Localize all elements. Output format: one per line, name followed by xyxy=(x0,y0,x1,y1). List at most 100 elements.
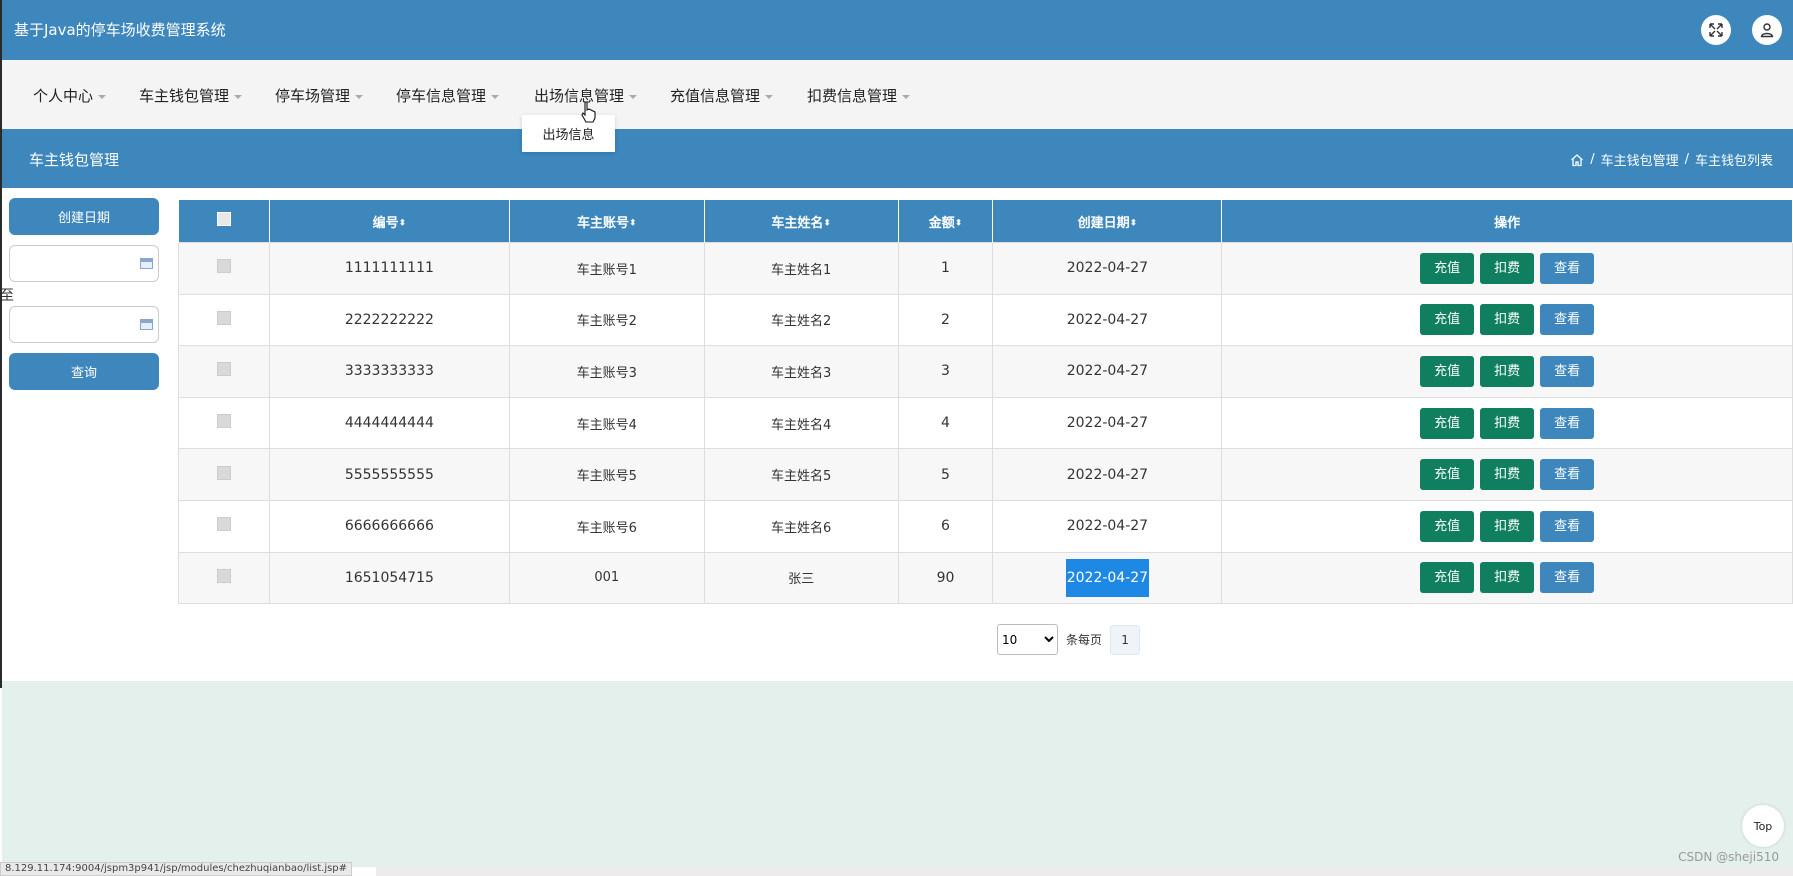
cell-date: 2022-04-27 xyxy=(992,396,1223,450)
back-to-top-button[interactable]: Top xyxy=(1742,805,1784,847)
column-header-id[interactable]: 编号⬍ xyxy=(268,199,510,243)
cell-actions: 充值 扣费 查看 xyxy=(1221,293,1793,347)
breadcrumb-separator: / xyxy=(1684,152,1689,167)
calendar-icon[interactable] xyxy=(140,258,153,269)
recharge-button[interactable]: 充值 xyxy=(1420,459,1475,491)
nav-wallet-management[interactable]: 车主钱包管理 xyxy=(139,85,243,106)
deduct-button[interactable]: 扣费 xyxy=(1480,459,1535,491)
caret-down-icon xyxy=(629,94,638,99)
caret-down-icon xyxy=(98,94,107,99)
recharge-button[interactable]: 充值 xyxy=(1420,562,1475,594)
date-text: 2022-04-27 xyxy=(1066,466,1149,483)
select-all-checkbox[interactable] xyxy=(216,212,231,226)
home-icon[interactable] xyxy=(1570,153,1584,167)
top-header: 基于Java的停车场收费管理系统 xyxy=(0,0,1793,60)
name-text: 车主姓名6 xyxy=(770,520,832,536)
column-header-date[interactable]: 创建日期⬍ xyxy=(992,199,1223,243)
footer-area xyxy=(2,681,1793,867)
section-header: 车主钱包管理 / 车主钱包管理 / 车主钱包列表 xyxy=(0,129,1793,188)
view-button[interactable]: 查看 xyxy=(1540,407,1595,439)
sort-icon[interactable]: ⬍ xyxy=(1130,218,1138,228)
deduct-button[interactable]: 扣费 xyxy=(1480,355,1535,387)
nav-deduction-info-management[interactable]: 扣费信息管理 xyxy=(807,85,911,106)
cell-amount: 5 xyxy=(897,448,994,501)
cell-account: 车主账号2 xyxy=(508,293,705,347)
create-date-button[interactable]: 创建日期 xyxy=(9,198,159,235)
nav-personal-center[interactable]: 个人中心 xyxy=(33,85,107,106)
deduct-button[interactable]: 扣费 xyxy=(1480,510,1535,542)
view-button[interactable]: 查看 xyxy=(1540,355,1595,387)
cell-account: 车主账号5 xyxy=(508,448,705,501)
caret-down-icon xyxy=(234,94,243,99)
nav-parking-lot-management[interactable]: 停车场管理 xyxy=(275,85,364,106)
view-button[interactable]: 查看 xyxy=(1540,304,1595,336)
row-select-cell xyxy=(178,293,270,347)
date-text: 2022-04-27 xyxy=(1066,415,1149,432)
recharge-button[interactable]: 充值 xyxy=(1420,304,1475,336)
end-date-input[interactable] xyxy=(9,306,159,343)
select-all-cell xyxy=(178,199,270,243)
page-size-select[interactable]: 10 xyxy=(997,624,1058,655)
sort-icon[interactable]: ⬍ xyxy=(955,218,963,228)
column-header-account[interactable]: 车主账号⬍ xyxy=(508,199,705,243)
query-button[interactable]: 查询 xyxy=(9,353,159,390)
row-checkbox[interactable] xyxy=(216,414,231,429)
cell-account: 车主账号6 xyxy=(508,499,705,553)
cell-name: 车主姓名6 xyxy=(703,499,899,553)
user-button[interactable] xyxy=(1752,15,1782,45)
deduct-button[interactable]: 扣费 xyxy=(1480,407,1535,439)
recharge-button[interactable]: 充值 xyxy=(1420,407,1475,439)
cell-id: 2222222222 xyxy=(268,293,510,347)
start-date-input[interactable] xyxy=(9,245,159,282)
main-nav: 个人中心 车主钱包管理 停车场管理 停车信息管理 出场信息管理 充值信息管理 扣… xyxy=(0,60,1793,129)
page-number-button[interactable]: 1 xyxy=(1110,624,1141,655)
pointer-cursor-icon xyxy=(581,101,596,123)
table-row: 3333333333 车主账号3 车主姓名3 3 2022-04-27 充值 扣费 查看 xyxy=(178,345,1793,398)
nav-recharge-info-management[interactable]: 充值信息管理 xyxy=(670,85,774,106)
sort-icon[interactable]: ⬍ xyxy=(399,218,407,228)
table-row: 1651054715 001 张三 90 2022-04-27 充值 扣费 查看 xyxy=(178,551,1793,605)
account-text: 001 xyxy=(594,570,620,586)
recharge-button[interactable]: 充值 xyxy=(1420,252,1475,284)
sort-icon[interactable]: ⬍ xyxy=(823,218,831,228)
horizontal-scrollbar[interactable] xyxy=(376,866,1793,876)
column-header-amount[interactable]: 金额⬍ xyxy=(897,199,994,243)
deduct-button[interactable]: 扣费 xyxy=(1480,252,1535,284)
cell-id: 5555555555 xyxy=(268,448,510,501)
row-checkbox[interactable] xyxy=(216,465,231,480)
cell-name: 车主姓名1 xyxy=(703,242,899,295)
account-text: 车主账号5 xyxy=(576,469,637,485)
row-checkbox[interactable] xyxy=(216,568,231,583)
table-row: 1111111111 车主账号1 车主姓名1 1 2022-04-27 充值 扣费 查看 xyxy=(178,242,1793,295)
deduct-button[interactable]: 扣费 xyxy=(1480,562,1535,594)
view-button[interactable]: 查看 xyxy=(1540,252,1595,284)
breadcrumb-separator: / xyxy=(1590,152,1595,167)
cell-id: 1651054715 xyxy=(268,551,510,605)
calendar-icon[interactable] xyxy=(140,319,153,330)
window-edge xyxy=(0,188,2,688)
dropdown-item-exit-info[interactable]: 出场信息 xyxy=(522,115,615,152)
nav-label: 车主钱包管理 xyxy=(139,87,230,105)
view-button[interactable]: 查看 xyxy=(1540,562,1595,594)
row-checkbox[interactable] xyxy=(216,310,231,325)
table-row: 5555555555 车主账号5 车主姓名5 5 2022-04-27 充值 扣费 查看 xyxy=(178,448,1793,501)
breadcrumb-item[interactable]: 车主钱包管理 xyxy=(1601,150,1679,169)
row-checkbox[interactable] xyxy=(216,517,231,532)
cell-id: 4444444444 xyxy=(268,396,510,450)
sort-icon[interactable]: ⬍ xyxy=(629,218,637,228)
row-checkbox[interactable] xyxy=(216,259,231,274)
row-checkbox[interactable] xyxy=(216,362,231,377)
view-button[interactable]: 查看 xyxy=(1540,459,1595,491)
view-button[interactable]: 查看 xyxy=(1540,510,1595,542)
recharge-button[interactable]: 充值 xyxy=(1420,355,1475,387)
fullscreen-button[interactable] xyxy=(1701,15,1731,45)
row-select-cell xyxy=(178,448,270,501)
column-header-name[interactable]: 车主姓名⬍ xyxy=(703,199,899,243)
cell-amount: 4 xyxy=(897,396,994,450)
recharge-button[interactable]: 充值 xyxy=(1420,510,1475,542)
cell-account: 车主账号1 xyxy=(508,242,705,295)
nav-parking-info-management[interactable]: 停车信息管理 xyxy=(396,85,500,106)
table-row: 4444444444 车主账号4 车主姓名4 4 2022-04-27 充值 扣费 查看 xyxy=(178,396,1793,450)
deduct-button[interactable]: 扣费 xyxy=(1480,304,1535,336)
cell-amount: 1 xyxy=(897,242,994,295)
